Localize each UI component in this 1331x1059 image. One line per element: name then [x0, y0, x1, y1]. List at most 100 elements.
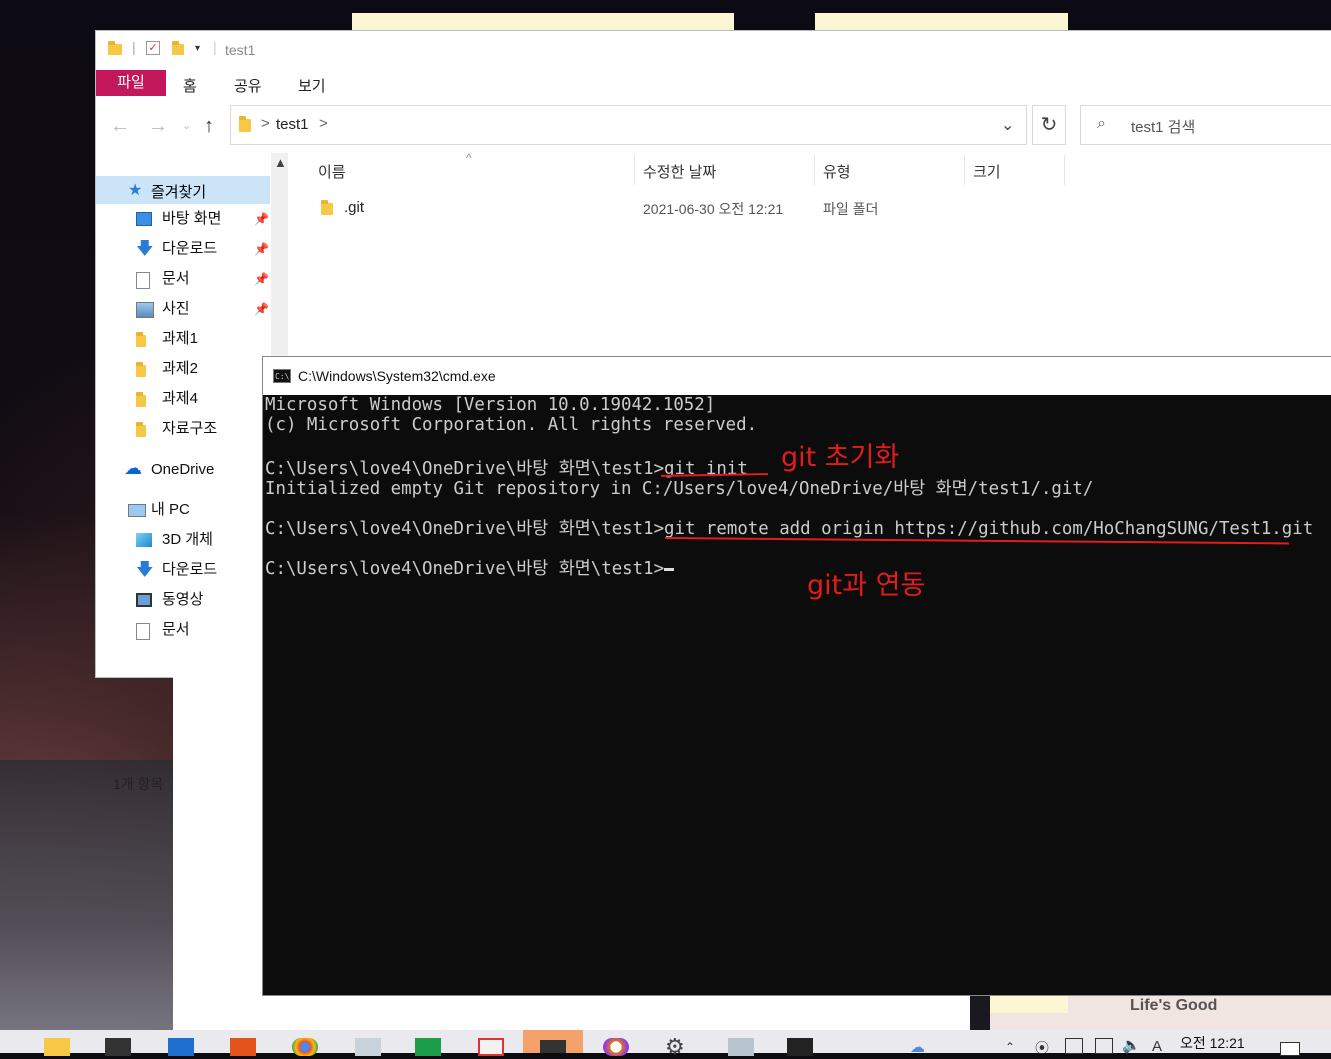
pin-icon[interactable]: 📌: [254, 295, 269, 323]
column-type[interactable]: 유형: [823, 161, 851, 182]
pin-icon[interactable]: 📌: [254, 265, 269, 293]
chrome-taskbar-icon[interactable]: [292, 1038, 318, 1056]
folder-icon: [136, 362, 152, 377]
pycharm-taskbar-icon[interactable]: [415, 1038, 441, 1056]
column-divider[interactable]: [814, 155, 815, 185]
taskbar-clock[interactable]: 오전 12:21: [1180, 1033, 1245, 1053]
scroll-up-icon[interactable]: ▲: [274, 155, 287, 170]
picture-icon: [136, 302, 154, 318]
address-dropdown-icon[interactable]: ⌄: [1001, 115, 1014, 135]
sidebar-item-quick-access[interactable]: ★ 즐겨찾기: [96, 176, 270, 204]
sidebar-item-label: 동영상: [162, 591, 204, 608]
breadcrumb-separator[interactable]: >: [261, 115, 270, 132]
tray-app-icon[interactable]: ⦿: [1035, 1038, 1049, 1058]
notification-icon[interactable]: [1280, 1042, 1300, 1056]
folder-icon: [136, 392, 152, 407]
briefcase-taskbar-icon[interactable]: [105, 1038, 131, 1056]
console-line: (c) Microsoft Corporation. All rights re…: [265, 415, 758, 435]
download-arrow-icon: 🡇: [136, 560, 154, 579]
network-icon[interactable]: [1095, 1038, 1113, 1054]
quick-access-dropdown-icon[interactable]: ▾: [195, 43, 200, 54]
breadcrumb-separator[interactable]: >: [319, 115, 328, 132]
cmd-window: C:\ C:\Windows\System32\cmd.exe Microsof…: [262, 356, 1331, 996]
address-bar[interactable]: > test1 > ⌄: [230, 105, 1027, 145]
ribbon-tab-view[interactable]: 보기: [298, 75, 326, 96]
document-icon: [136, 623, 150, 640]
annotation-git-init: git 초기화: [781, 442, 900, 473]
sticky-note-tab: [815, 13, 1068, 31]
file-type: 파일 폴더: [823, 201, 879, 217]
tray-display-icon[interactable]: [1065, 1038, 1083, 1054]
settings-gear-icon[interactable]: ⚙: [665, 1036, 691, 1058]
back-arrow-icon[interactable]: ←: [110, 115, 130, 138]
computer-icon: [128, 504, 146, 517]
sidebar-item-label: 과제2: [162, 360, 198, 377]
file-name[interactable]: .git: [344, 199, 364, 216]
ribbon-tab-share[interactable]: 공유: [234, 75, 262, 96]
mail-taskbar-icon[interactable]: [168, 1038, 194, 1056]
folder-icon: [136, 422, 152, 437]
console-line: Initialized empty Git repository in C:/U…: [265, 479, 1094, 499]
sidebar-item-label: 3D 개체: [162, 531, 213, 548]
app-taskbar-icon[interactable]: [603, 1038, 629, 1056]
desktop-widget: Life's Good: [990, 995, 1331, 1030]
cmd-title: C:\Windows\System32\cmd.exe: [298, 368, 496, 384]
window-title: test1: [225, 42, 256, 58]
folder-icon: [108, 41, 124, 55]
column-divider[interactable]: [1064, 155, 1065, 185]
wallpaper-structure: [0, 760, 175, 1030]
tray-chevron-icon[interactable]: ⌃: [1005, 1040, 1015, 1054]
cube-icon: [136, 533, 152, 547]
column-size[interactable]: 크기: [973, 161, 1001, 182]
app-taskbar-icon[interactable]: [478, 1038, 504, 1056]
text-cursor: [664, 568, 674, 571]
navigation-pane: ★ 즐겨찾기 바탕 화면 📌 🡇 다운로드 📌 문서 📌 사진 📌 과제1 과제…: [96, 153, 289, 792]
new-folder-icon[interactable]: [172, 41, 188, 55]
sidebar-item-label: 과제4: [162, 390, 198, 407]
sidebar-item-label: 다운로드: [162, 240, 218, 257]
sidebar-item-label: 즐겨찾기: [151, 184, 207, 201]
search-box[interactable]: ⌕ test1 검색: [1080, 105, 1331, 145]
column-divider[interactable]: [634, 155, 635, 185]
file-explorer-taskbar-icon[interactable]: [44, 1038, 70, 1056]
folder-icon: [239, 115, 253, 133]
input-method-icon[interactable]: A: [1152, 1038, 1162, 1055]
sidebar-item-label: 내 PC: [151, 501, 190, 518]
cmd-title-bar[interactable]: C:\ C:\Windows\System32\cmd.exe: [263, 357, 1331, 395]
ribbon-tab-home[interactable]: 홈: [183, 75, 197, 96]
terminal-taskbar-icon[interactable]: [787, 1038, 813, 1056]
breadcrumb-location[interactable]: test1: [276, 116, 309, 133]
document-icon: [136, 272, 150, 289]
pin-icon[interactable]: 📌: [254, 235, 269, 263]
film-icon: [136, 593, 152, 607]
forward-arrow-icon[interactable]: →: [148, 115, 168, 138]
pin-icon[interactable]: 📌: [254, 205, 269, 233]
separator: |: [132, 39, 136, 55]
volume-icon[interactable]: 🔈: [1122, 1036, 1141, 1054]
office-taskbar-icon[interactable]: [230, 1038, 256, 1056]
app-taskbar-icon[interactable]: [355, 1038, 381, 1056]
column-divider[interactable]: [964, 155, 965, 185]
refresh-icon[interactable]: ↻: [1032, 105, 1066, 145]
column-name[interactable]: 이름: [318, 161, 346, 182]
ribbon-file-tab[interactable]: 파일: [96, 70, 166, 96]
sticky-note-tab: [352, 13, 734, 31]
app-taskbar-icon[interactable]: [728, 1038, 754, 1056]
up-arrow-icon[interactable]: ↑: [204, 115, 214, 138]
sidebar-item-label: 바탕 화면: [162, 210, 222, 227]
download-arrow-icon: 🡇: [136, 239, 154, 258]
console-line: C:\Users\love4\OneDrive\바탕 화면\test1>git …: [265, 519, 1314, 539]
cloud-icon: ☁: [124, 458, 142, 478]
weather-icon[interactable]: ☁: [910, 1038, 925, 1056]
star-icon: ★: [128, 182, 143, 199]
sidebar-item-label: 문서: [162, 270, 190, 287]
properties-check-icon[interactable]: ✓: [146, 41, 160, 55]
column-date-modified[interactable]: 수정한 날짜: [643, 161, 716, 182]
lg-slogan: Life's Good: [1130, 997, 1218, 1014]
sticky-note: [990, 995, 1068, 1013]
search-icon: ⌕: [1097, 115, 1106, 132]
cmd-taskbar-active[interactable]: [523, 1030, 583, 1053]
recent-locations-chevron-icon[interactable]: ⌄: [182, 119, 191, 132]
folder-icon: [136, 332, 152, 347]
sort-ascending-icon: ^: [466, 151, 472, 165]
